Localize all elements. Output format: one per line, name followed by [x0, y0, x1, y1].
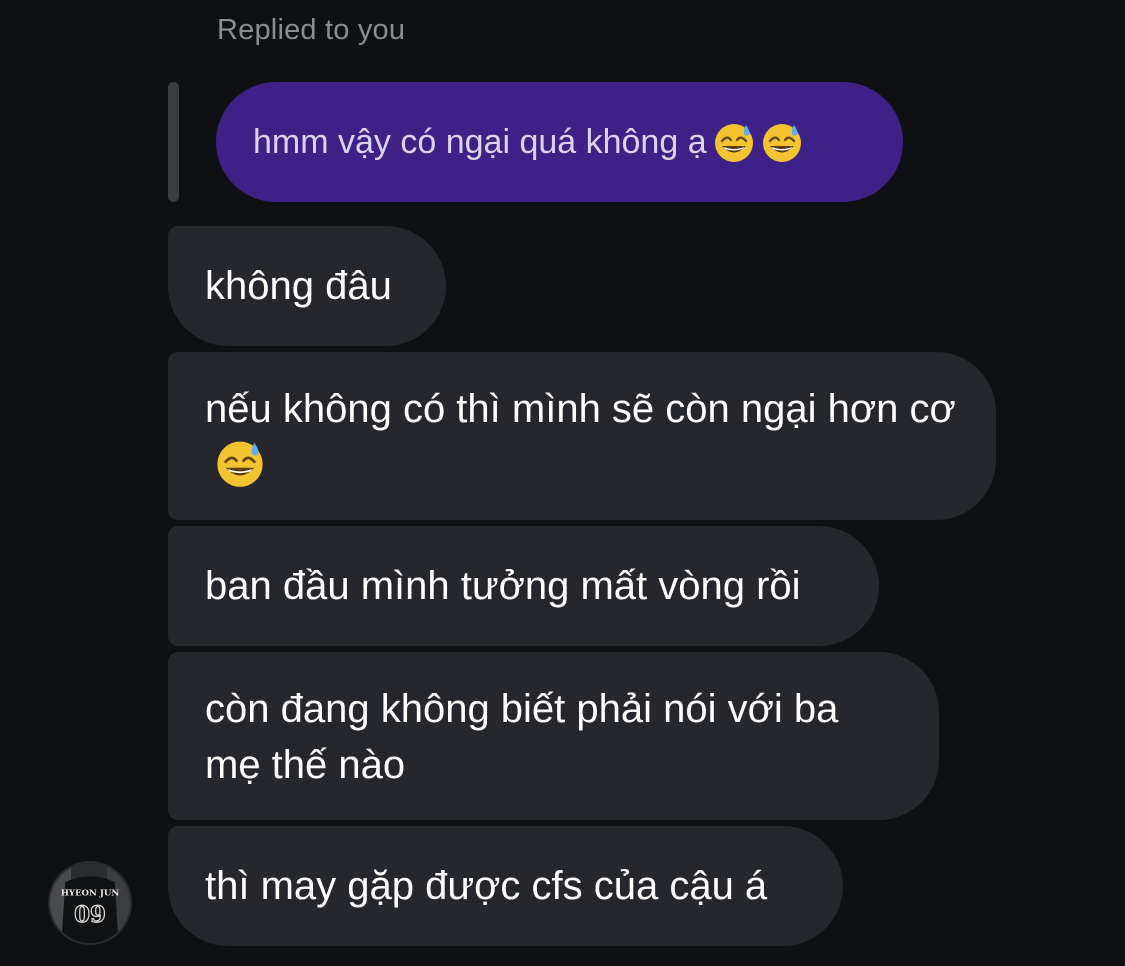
message-text: ban đầu mình tưởng mất vòng rồi	[205, 564, 801, 608]
message-text: thì may gặp được cfs của cậu á	[205, 864, 768, 908]
message-text: không đâu	[205, 264, 392, 308]
message-text: còn đang không biết phải nói với ba mẹ t…	[205, 687, 839, 787]
message-bubble[interactable]: còn đang không biết phải nói với ba mẹ t…	[168, 652, 939, 820]
message-bubble[interactable]: ban đầu mình tưởng mất vòng rồi	[168, 526, 879, 646]
grinning-face-with-sweat-icon	[761, 121, 803, 163]
reply-indicator-bar	[168, 82, 179, 202]
message-bubble[interactable]: không đâu	[168, 226, 446, 346]
quoted-message-bubble[interactable]: hmm vậy có ngại quá không ạ	[216, 82, 903, 202]
message-bubble[interactable]: nếu không có thì mình sẽ còn ngại hơn cơ	[168, 352, 996, 520]
avatar-jersey-name: HYEON JUN	[61, 888, 120, 898]
quoted-message-text: hmm vậy có ngại quá không ạ	[253, 122, 707, 161]
avatar-jersey-number: 09	[74, 902, 106, 928]
grinning-face-with-sweat-icon	[713, 121, 755, 163]
replied-to-you-label: Replied to you	[217, 14, 406, 46]
message-text: nếu không có thì mình sẽ còn ngại hơn cơ	[205, 381, 959, 493]
grinning-face-with-sweat-icon	[215, 438, 265, 488]
message-bubble[interactable]: thì may gặp được cfs của cậu á	[168, 826, 843, 946]
sender-avatar[interactable]: HYEON JUN 09	[48, 861, 132, 945]
